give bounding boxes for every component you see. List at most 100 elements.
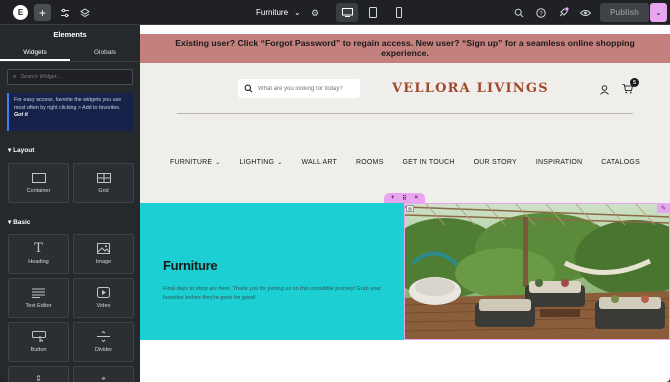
- map-icon: ⌖: [101, 374, 106, 382]
- site-header: VELLORA LIVINGS 5 FURNITURE⌄ LIGHTING⌄ W…: [140, 63, 670, 203]
- preview-canvas: Existing user? Click “Forgot Password” t…: [140, 25, 670, 382]
- search-icon: ⌕: [13, 73, 17, 80]
- editor-window: E + Furniture ⌄ ⚙ ? Publish ⌄ Elements W…: [0, 0, 670, 382]
- image-icon: [97, 243, 110, 254]
- site-search-box[interactable]: [238, 79, 360, 98]
- tip-text: For easy access, favorite the widgets yo…: [14, 97, 122, 111]
- tablet-icon: [369, 6, 377, 18]
- cart-count-badge: 5: [630, 78, 639, 87]
- search-icon: [244, 84, 253, 93]
- nav-label: LIGHTING: [239, 159, 275, 166]
- hero-description: Final days to shop are here. Thank you f…: [163, 286, 381, 301]
- widget-grid[interactable]: Grid: [73, 163, 134, 203]
- hero-patio-image[interactable]: [405, 203, 670, 340]
- announcement-banner: Existing user? Click “Forgot Password” t…: [140, 34, 670, 63]
- widget-heading[interactable]: T Heading: [8, 234, 69, 274]
- nav-label: WALL ART: [301, 159, 338, 166]
- layout-section-header[interactable]: ▾ Layout: [8, 146, 34, 154]
- widget-label: Image: [95, 259, 112, 265]
- hero-text-column[interactable]: Furniture Final days to shop are here. T…: [140, 203, 404, 340]
- settings-sliders-icon[interactable]: [58, 6, 72, 20]
- widget-divider[interactable]: Divider: [73, 322, 134, 362]
- add-element-button[interactable]: +: [34, 4, 51, 21]
- widget-text-editor[interactable]: Text Editor: [8, 278, 69, 318]
- widget-label: Grid: [98, 187, 109, 194]
- layers-icon[interactable]: [78, 6, 92, 20]
- nav-item-lighting[interactable]: LIGHTING ⌄: [240, 159, 283, 166]
- site-search-input[interactable]: [258, 85, 358, 92]
- widget-container[interactable]: Container: [8, 163, 69, 203]
- nav-item-rooms[interactable]: ROOMS: [356, 159, 383, 166]
- top-toolbar: E + Furniture ⌄ ⚙ ? Publish ⌄: [0, 0, 670, 25]
- widget-label: Text Editor: [25, 302, 52, 309]
- tip-got-it-link[interactable]: Got it: [14, 112, 28, 118]
- tab-widgets[interactable]: Widgets: [0, 44, 70, 61]
- widget-label: Button: [30, 347, 47, 353]
- nav-label: INSPIRATION: [535, 159, 583, 166]
- nav-label: GET IN TOUCH: [402, 159, 455, 166]
- button-icon: [31, 331, 46, 342]
- nav-item-our-story[interactable]: OUR STORY: [474, 159, 517, 166]
- preview-eye-icon[interactable]: [578, 6, 592, 20]
- hero-heading: Furniture: [163, 258, 218, 273]
- user-account-icon[interactable]: [600, 85, 609, 95]
- edit-pencil-icon[interactable]: ✎: [657, 203, 670, 213]
- page-selector[interactable]: Furniture ⌄: [256, 6, 301, 19]
- nav-label: OUR STORY: [473, 159, 517, 166]
- main-navigation: FURNITURE ⌄ LIGHTING ⌄ WALL ART ROOMS GET …: [140, 159, 670, 166]
- widget-search-input[interactable]: [20, 74, 121, 80]
- widget-label: Container: [26, 187, 51, 194]
- widget-label: Divider: [94, 347, 113, 353]
- widget-button[interactable]: Button: [8, 322, 69, 362]
- widget-spacer-partial[interactable]: ⇕: [8, 366, 69, 382]
- tab-globals[interactable]: Globals: [70, 44, 140, 61]
- notifications-rocket-icon[interactable]: [556, 5, 570, 19]
- nav-item-furniture[interactable]: FURNITURE ⌄: [170, 159, 220, 166]
- column-handle-icon[interactable]: ▤: [406, 205, 414, 212]
- nav-item-wall-art[interactable]: WALL ART: [301, 159, 337, 166]
- brand-logo[interactable]: VELLORA LIVINGS: [392, 81, 549, 96]
- nav-label: FURNITURE: [170, 159, 213, 166]
- desktop-icon: [341, 8, 353, 17]
- nav-item-catalogs[interactable]: CATALOGS: [601, 159, 640, 166]
- panel-title: Elements: [53, 30, 87, 39]
- nav-label: CATALOGS: [601, 159, 640, 166]
- tablet-view-button[interactable]: [366, 5, 380, 19]
- widget-image[interactable]: Image: [73, 234, 134, 274]
- widget-label: Heading: [28, 259, 49, 265]
- nav-item-get-in-touch[interactable]: GET IN TOUCH: [402, 159, 454, 166]
- publish-options-chevron-icon[interactable]: ⌄: [650, 3, 667, 22]
- widget-label: Video: [96, 303, 111, 309]
- widget-video[interactable]: Video: [73, 278, 134, 318]
- help-icon[interactable]: ?: [534, 6, 548, 20]
- video-icon: [97, 287, 110, 298]
- heading-icon: T: [34, 241, 43, 256]
- widget-google-maps-partial[interactable]: ⌖: [73, 366, 134, 382]
- widget-search-box[interactable]: ⌕: [7, 69, 133, 85]
- nav-label: ROOMS: [356, 159, 384, 166]
- drag-handle-icon[interactable]: ⠿: [402, 195, 406, 202]
- section-handle[interactable]: + ⠿ ×: [384, 193, 425, 203]
- search-icon[interactable]: [512, 6, 526, 20]
- panel-tabs: Widgets Globals: [0, 44, 140, 62]
- basic-section-header[interactable]: ▾ Basic: [8, 218, 30, 226]
- mobile-icon: [396, 6, 402, 18]
- add-section-plus-icon[interactable]: +: [391, 195, 395, 201]
- header-divider: [177, 113, 633, 114]
- chevron-down-icon: ⌄: [294, 8, 301, 17]
- spacer-icon: ⇕: [35, 374, 42, 382]
- delete-section-close-icon[interactable]: ×: [415, 195, 419, 201]
- mobile-view-button[interactable]: [392, 5, 406, 19]
- page-settings-gear-icon[interactable]: ⚙: [308, 6, 322, 20]
- publish-button[interactable]: Publish: [600, 3, 649, 22]
- grid-icon: [96, 172, 111, 183]
- nav-item-inspiration[interactable]: INSPIRATION: [536, 159, 582, 166]
- chevron-down-icon: ⌄: [277, 160, 283, 166]
- elementor-logo-icon[interactable]: E: [13, 5, 28, 20]
- container-icon: [31, 172, 46, 183]
- chevron-down-icon: ⌄: [215, 160, 221, 166]
- divider-icon: [97, 331, 110, 342]
- desktop-view-button[interactable]: [336, 3, 358, 22]
- text-editor-icon: [32, 288, 45, 298]
- elements-panel: Elements Widgets Globals ⌕ For easy acce…: [0, 25, 140, 382]
